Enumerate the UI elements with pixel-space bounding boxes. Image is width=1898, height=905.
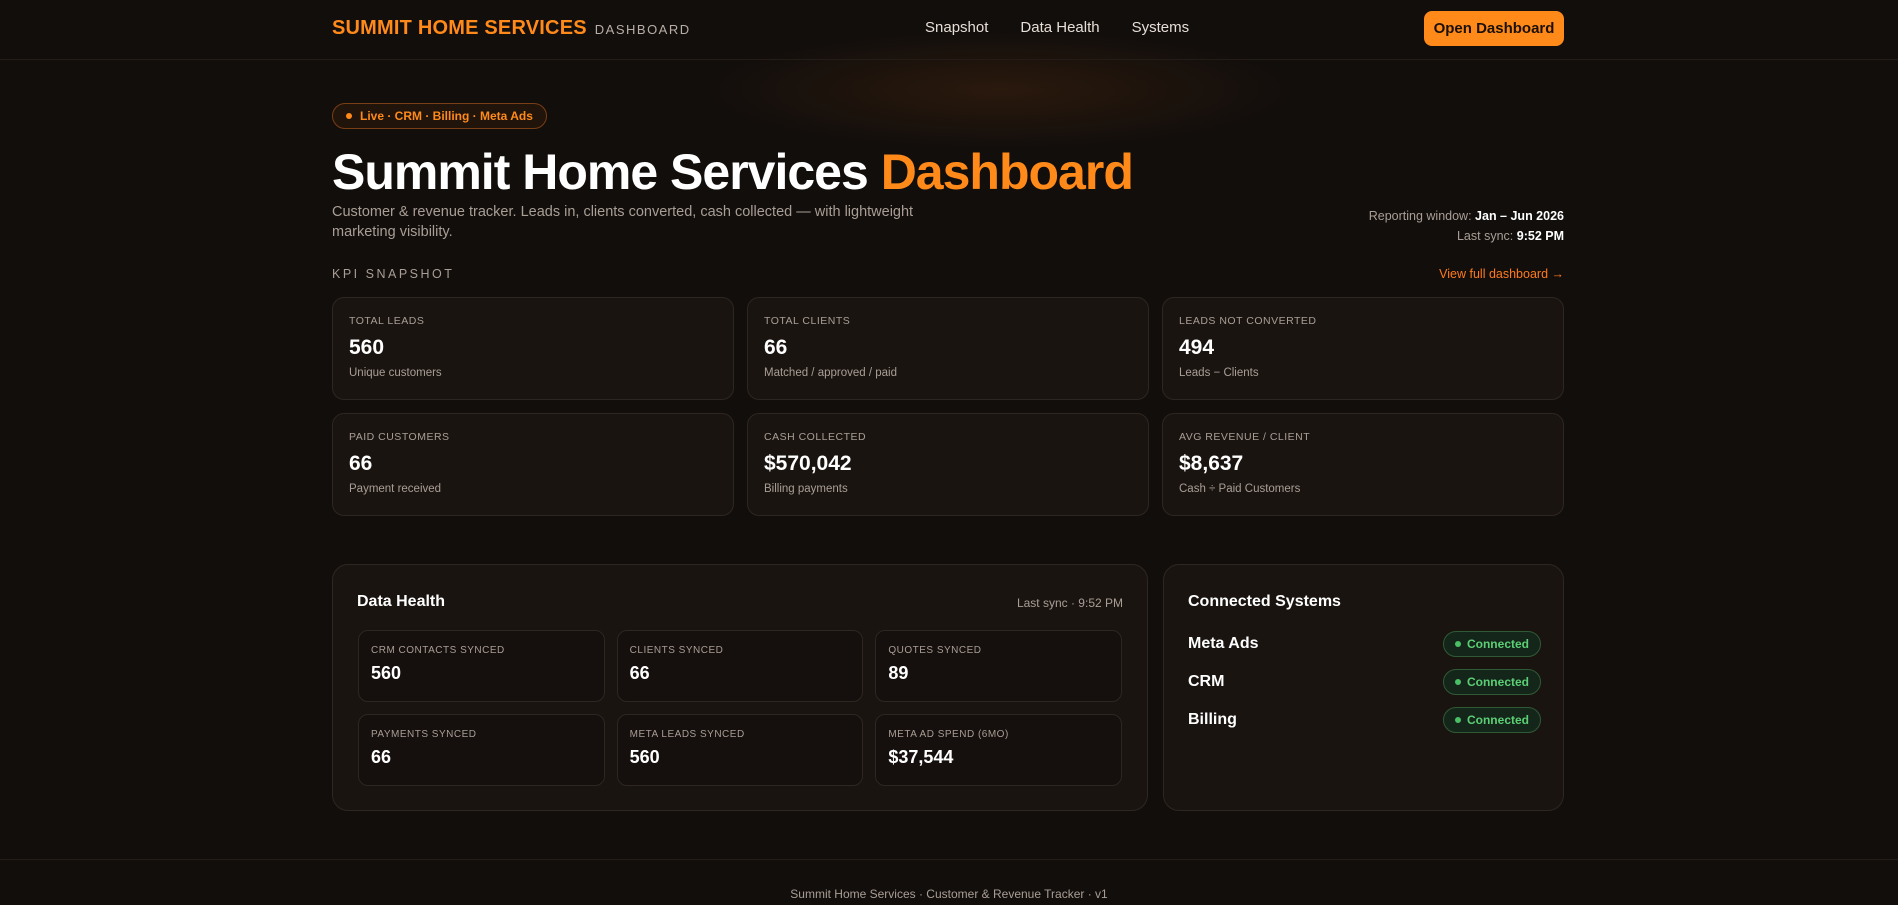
health-card-payments: PAYMENTS SYNCED 66 [358, 714, 605, 786]
health-value: 560 [629, 747, 660, 767]
status-badge: Connected [1442, 631, 1541, 657]
data-health-panel: Data Health Last sync · 9:52 PM CRM CONT… [332, 564, 1148, 811]
health-value: 89 [888, 663, 909, 683]
page-title-main: Summit Home Services [332, 144, 869, 200]
data-health-last-sync: Last sync · 9:52 PM [1016, 596, 1123, 610]
live-dot-icon [346, 113, 352, 119]
health-value: $37,544 [888, 747, 954, 767]
page-description: Customer & revenue tracker. Leads in, cl… [332, 204, 914, 240]
connected-systems-panel: Connected Systems Meta Ads Connected CRM… [1163, 564, 1564, 811]
main-nav: Snapshot Data Health Systems [925, 19, 1189, 36]
reporting-window-label: Reporting window: [1368, 209, 1472, 223]
kpi-value: 560 [349, 336, 385, 359]
data-health-grid: CRM CONTACTS SYNCED 560 CLIENTS SYNCED 6… [358, 630, 1122, 786]
kpi-grid: TOTAL LEADS 560 Unique customers TOTAL C… [332, 297, 1564, 516]
health-label: CRM CONTACTS SYNCED [371, 645, 505, 656]
health-card-quotes: QUOTES SYNCED 89 [875, 630, 1122, 702]
kpi-section-label: KPI SNAPSHOT [332, 267, 455, 281]
health-label: META LEADS SYNCED [629, 729, 745, 740]
system-name: CRM [1188, 673, 1225, 690]
health-value: 66 [629, 663, 650, 683]
system-name: Billing [1188, 711, 1237, 728]
health-card-meta-leads: META LEADS SYNCED 560 [616, 714, 864, 786]
kpi-value: $570,042 [764, 452, 852, 475]
health-card-crm-contacts: CRM CONTACTS SYNCED 560 [358, 630, 605, 702]
connected-systems-title: Connected Systems [1188, 593, 1341, 610]
reporting-window: Reporting window: Jan – Jun 2026 [1369, 206, 1564, 226]
kpi-card-avg-revenue: AVG REVENUE / CLIENT $8,637 Cash ÷ Paid … [1162, 413, 1564, 516]
kpi-label: CASH COLLECTED [764, 431, 867, 443]
data-health-title: Data Health [357, 593, 446, 610]
kpi-label: TOTAL LEADS [349, 315, 425, 327]
kpi-subtext: Cash ÷ Paid Customers [1179, 483, 1301, 495]
page-title: Summit Home Services Dashboard [332, 143, 1134, 201]
kpi-label: AVG REVENUE / CLIENT [1179, 431, 1311, 443]
system-row-meta-ads: Meta Ads Connected [1188, 631, 1541, 657]
kpi-value: 494 [1179, 336, 1215, 359]
health-value: 560 [371, 663, 402, 683]
status-text: Connected [1466, 637, 1529, 651]
footer-text: Summit Home Services · Customer & Revenu… [790, 887, 1108, 901]
brand-name: SUMMIT HOME SERVICES [332, 17, 587, 39]
page-footer: Summit Home Services · Customer & Revenu… [0, 859, 1898, 905]
live-sources-text: Live · CRM · Billing · Meta Ads [360, 109, 533, 123]
last-sync-label: Last sync: [1456, 229, 1514, 243]
brand[interactable]: SUMMIT HOME SERVICES DASHBOARD [332, 17, 691, 40]
kpi-label: LEADS NOT CONVERTED [1179, 315, 1317, 327]
health-card-clients: CLIENTS SYNCED 66 [616, 630, 864, 702]
kpi-card-cash-collected: CASH COLLECTED $570,042 Billing payments [747, 413, 1149, 516]
brand-subtitle: DASHBOARD [594, 22, 691, 37]
status-badge: Connected [1442, 707, 1541, 733]
status-dot-icon [1454, 641, 1461, 647]
kpi-subtext: Payment received [349, 483, 442, 495]
status-dot-icon [1454, 717, 1461, 723]
reporting-window-value: Jan – Jun 2026 [1475, 209, 1564, 223]
kpi-value: $8,637 [1179, 452, 1244, 475]
system-row-crm: CRM Connected [1188, 669, 1541, 695]
last-sync-value: 9:52 PM [1516, 229, 1564, 243]
kpi-card-total-clients: TOTAL CLIENTS 66 Matched / approved / pa… [747, 297, 1149, 400]
health-card-meta-ad-spend: META AD SPEND (6MO) $37,544 [875, 714, 1122, 786]
kpi-subtext: Matched / approved / paid [764, 367, 897, 379]
kpi-card-paid-customers: PAID CUSTOMERS 66 Payment received [332, 413, 734, 516]
kpi-subtext: Billing payments [764, 483, 848, 495]
kpi-label: PAID CUSTOMERS [349, 431, 450, 443]
live-sources-pill: Live · CRM · Billing · Meta Ads [332, 103, 547, 129]
status-dot-icon [1454, 679, 1461, 685]
nav-link-snapshot[interactable]: Snapshot [925, 19, 988, 36]
health-label: QUOTES SYNCED [888, 645, 982, 656]
page-title-accent: Dashboard [880, 144, 1134, 200]
kpi-value: 66 [349, 452, 373, 475]
health-label: META AD SPEND (6MO) [888, 729, 1009, 740]
reporting-meta: Reporting window: Jan – Jun 2026 Last sy… [1369, 206, 1564, 246]
last-sync: Last sync: 9:52 PM [1369, 226, 1564, 246]
system-name: Meta Ads [1188, 635, 1259, 652]
kpi-card-total-leads: TOTAL LEADS 560 Unique customers [332, 297, 734, 400]
health-value: 66 [371, 747, 392, 767]
status-text: Connected [1466, 675, 1529, 689]
status-badge: Connected [1442, 669, 1541, 695]
open-dashboard-button[interactable]: Open Dashboard [1424, 11, 1564, 46]
health-label: CLIENTS SYNCED [629, 645, 724, 656]
system-row-billing: Billing Connected [1188, 707, 1541, 733]
kpi-label: TOTAL CLIENTS [764, 315, 851, 327]
kpi-card-leads-not-converted: LEADS NOT CONVERTED 494 Leads − Clients [1162, 297, 1564, 400]
status-text: Connected [1466, 713, 1529, 727]
health-label: PAYMENTS SYNCED [371, 729, 477, 740]
kpi-subtext: Leads − Clients [1179, 367, 1259, 379]
kpi-subtext: Unique customers [349, 367, 442, 379]
kpi-value: 66 [764, 336, 788, 359]
nav-link-data-health[interactable]: Data Health [1020, 19, 1099, 36]
top-navigation-bar: SUMMIT HOME SERVICES DASHBOARD Snapshot … [0, 0, 1898, 60]
view-full-dashboard-link[interactable]: View full dashboard → [1439, 267, 1564, 281]
nav-link-systems[interactable]: Systems [1132, 19, 1190, 36]
